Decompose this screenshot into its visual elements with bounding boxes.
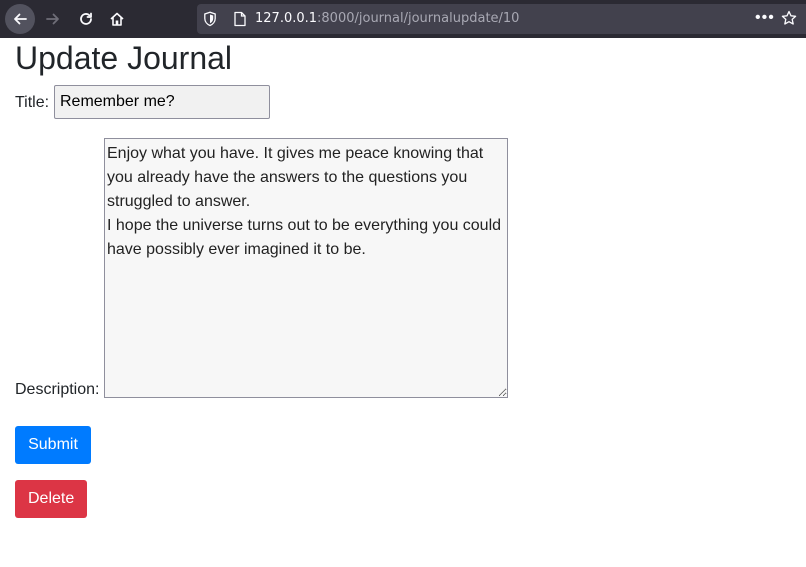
page-info-icon[interactable] — [233, 11, 247, 27]
page-title: Update Journal — [15, 40, 233, 76]
delete-button[interactable]: Delete — [15, 480, 87, 518]
browser-toolbar: 127.0.0.1:8000/journal/journalupdate/10 … — [0, 0, 806, 38]
title-label: Title: — [15, 94, 50, 111]
back-arrow-icon — [14, 13, 27, 25]
reload-icon — [80, 12, 92, 25]
submit-button[interactable]: Submit — [15, 426, 91, 464]
back-button[interactable] — [5, 4, 35, 34]
forward-button[interactable] — [38, 4, 68, 34]
home-icon — [110, 12, 124, 26]
shield-icon[interactable] — [203, 11, 217, 27]
url-path: :8000/journal/journalupdate/10 — [317, 11, 520, 26]
page-actions-menu-icon[interactable]: ••• — [755, 8, 775, 28]
home-button[interactable] — [102, 4, 132, 34]
reload-button[interactable] — [71, 4, 101, 34]
description-label: Description: — [15, 381, 100, 398]
url-host: 127.0.0.1 — [255, 11, 318, 26]
url-text[interactable]: 127.0.0.1:8000/journal/journalupdate/10 — [255, 11, 519, 26]
description-textarea[interactable]: Enjoy what you have. It gives me peace k… — [104, 138, 508, 398]
title-input[interactable] — [54, 85, 270, 119]
bookmark-star-icon[interactable] — [781, 10, 797, 26]
address-bar[interactable]: 127.0.0.1:8000/journal/journalupdate/10 … — [197, 4, 806, 34]
forward-arrow-icon — [46, 13, 59, 25]
